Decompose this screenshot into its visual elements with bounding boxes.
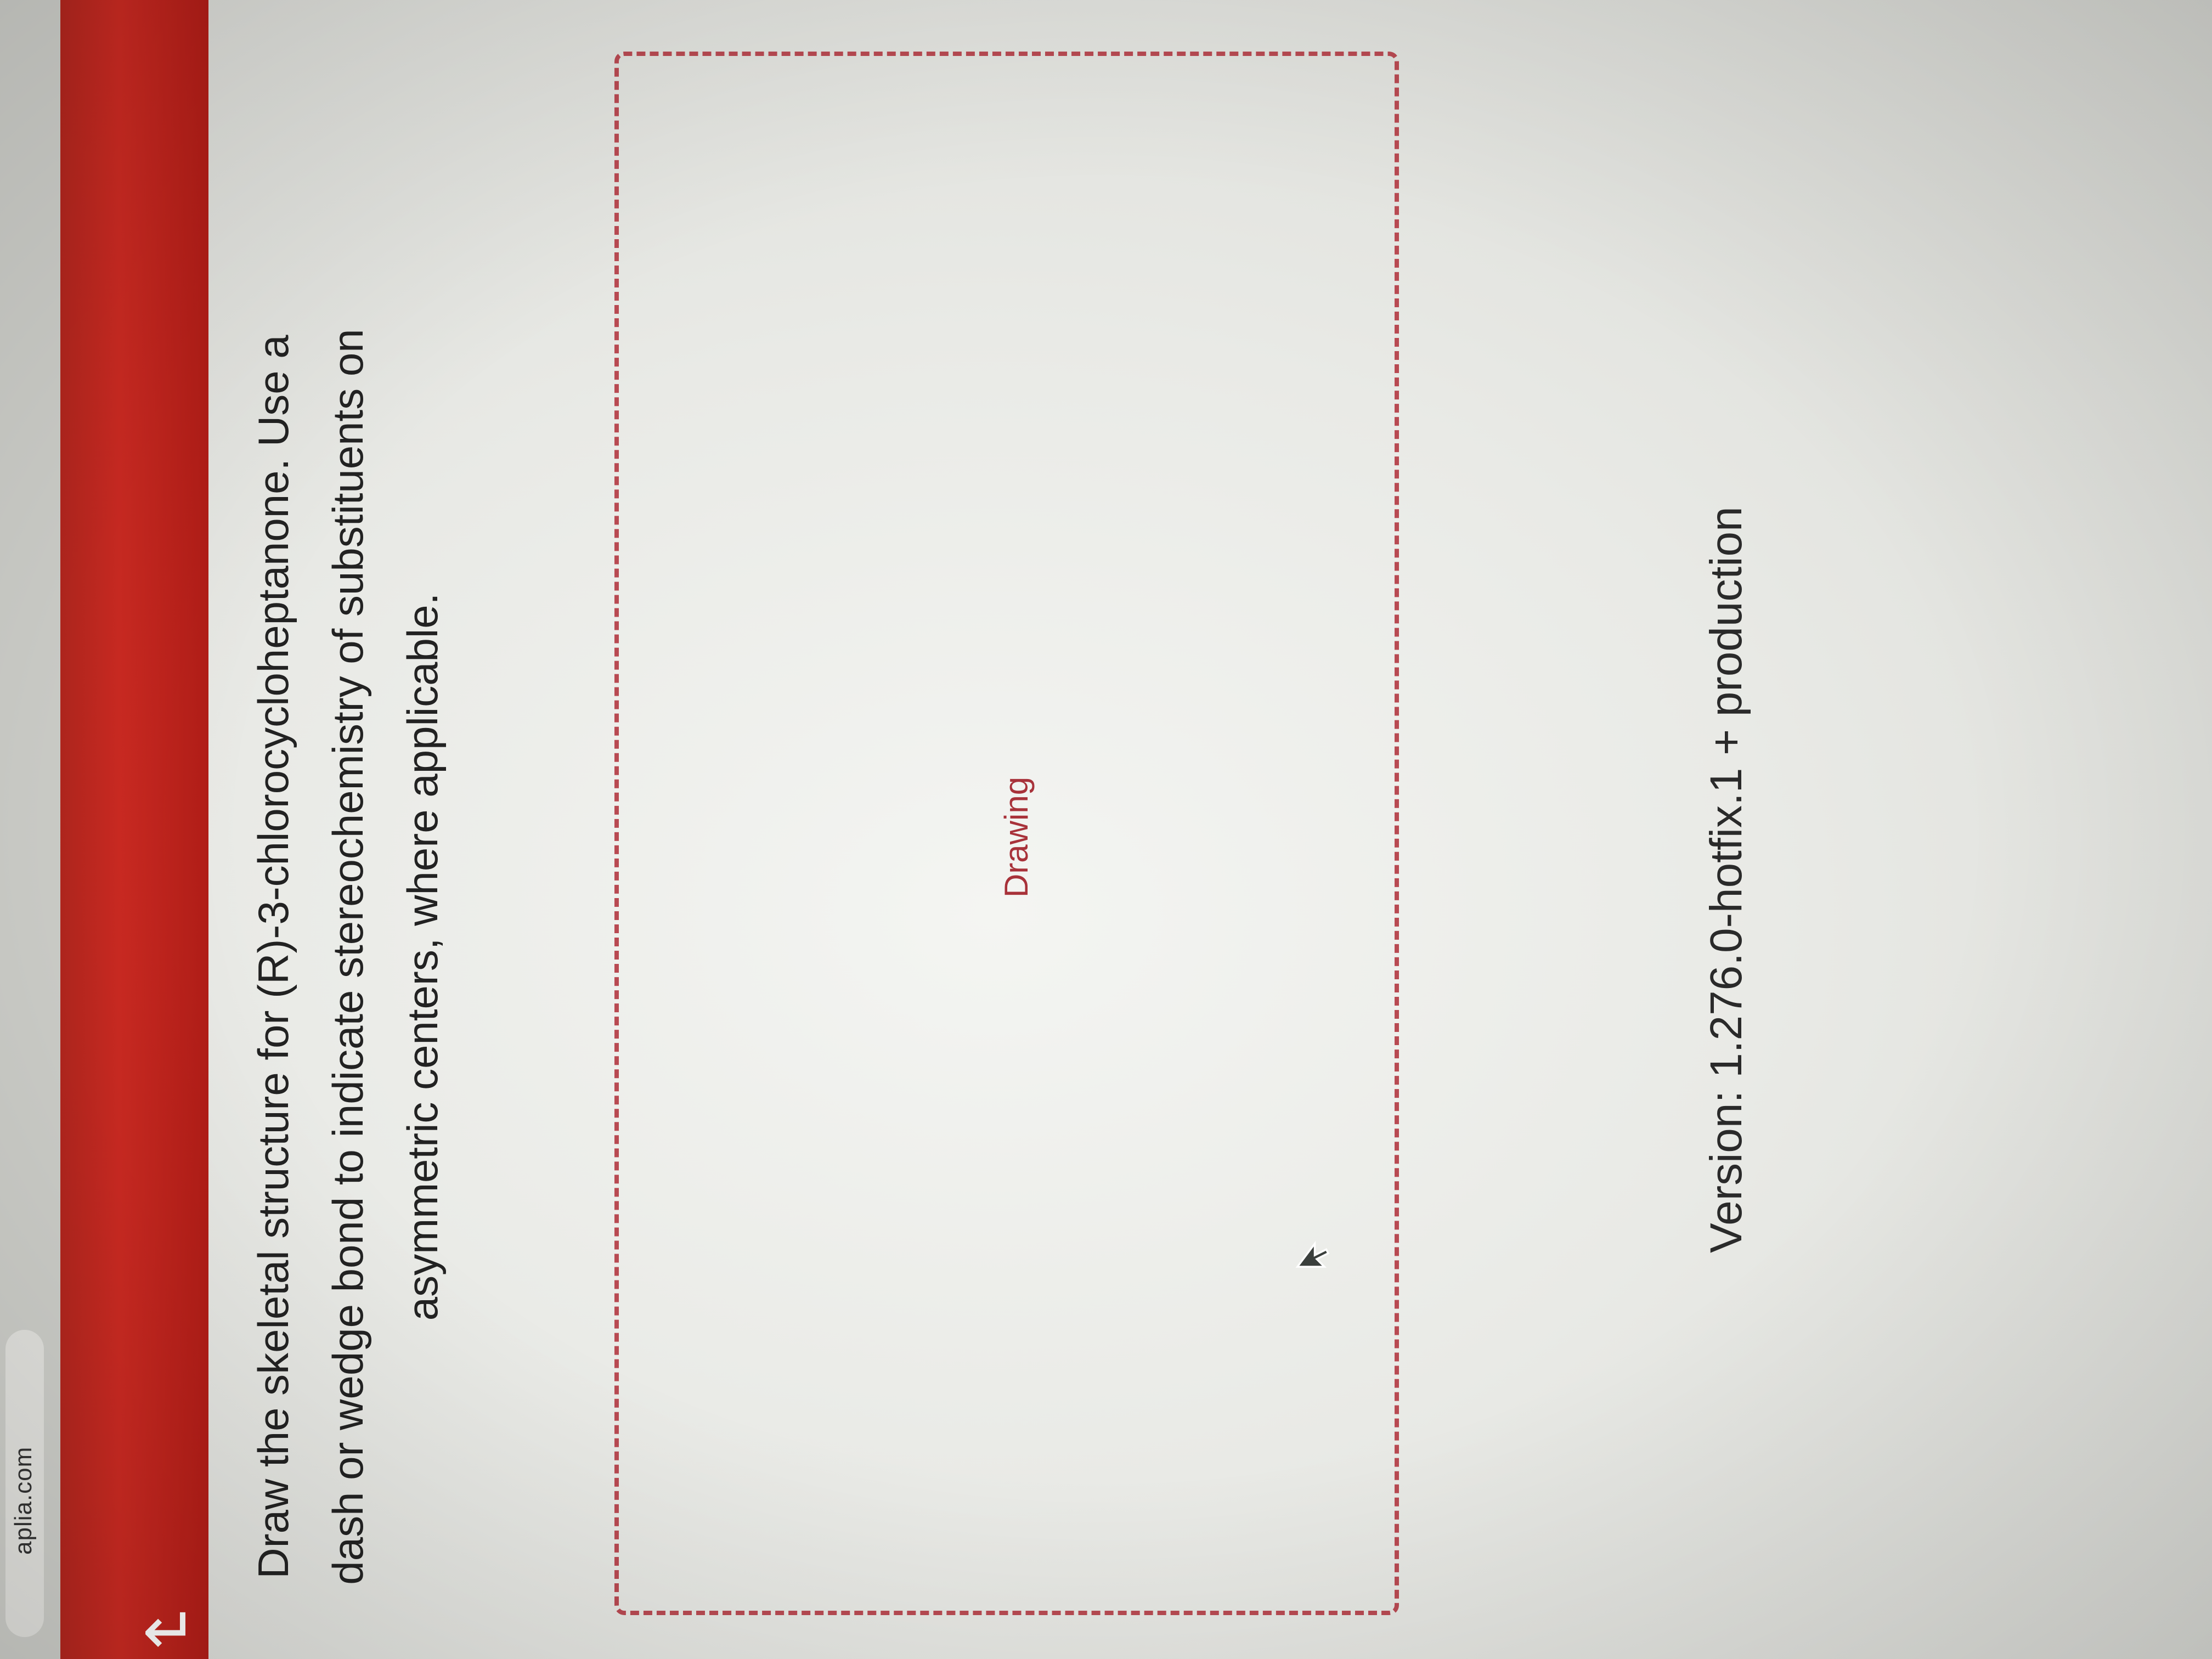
header-bar: ↵ xyxy=(60,0,208,1659)
screen: aplia.com ↵ Draw the skeletal structure … xyxy=(0,0,2212,1659)
drawing-label: Drawing xyxy=(998,776,1035,898)
drawing-area[interactable]: Drawing xyxy=(614,52,1399,1615)
browser-tab[interactable]: aplia.com xyxy=(5,1330,44,1637)
back-arrow-icon[interactable]: ↵ xyxy=(142,1593,198,1659)
question-line-1: Draw the skeletal structure for (R)-3-ch… xyxy=(249,335,297,1579)
question-line-3: asymmetric centers, where applicable. xyxy=(398,592,447,1321)
question-line-2: dash or wedge bond to indicate stereoche… xyxy=(324,329,372,1585)
question-text: Draw the skeletal structure for (R)-3-ch… xyxy=(236,315,460,1599)
version-text: Version: 1.276.0-hotfix.1 + production xyxy=(1701,506,1751,1253)
page: aplia.com ↵ Draw the skeletal structure … xyxy=(0,0,2212,1659)
mouse-cursor-icon xyxy=(1295,1240,1330,1268)
browser-bar: aplia.com xyxy=(0,0,60,1659)
browser-tab-label: aplia.com xyxy=(10,1446,37,1555)
